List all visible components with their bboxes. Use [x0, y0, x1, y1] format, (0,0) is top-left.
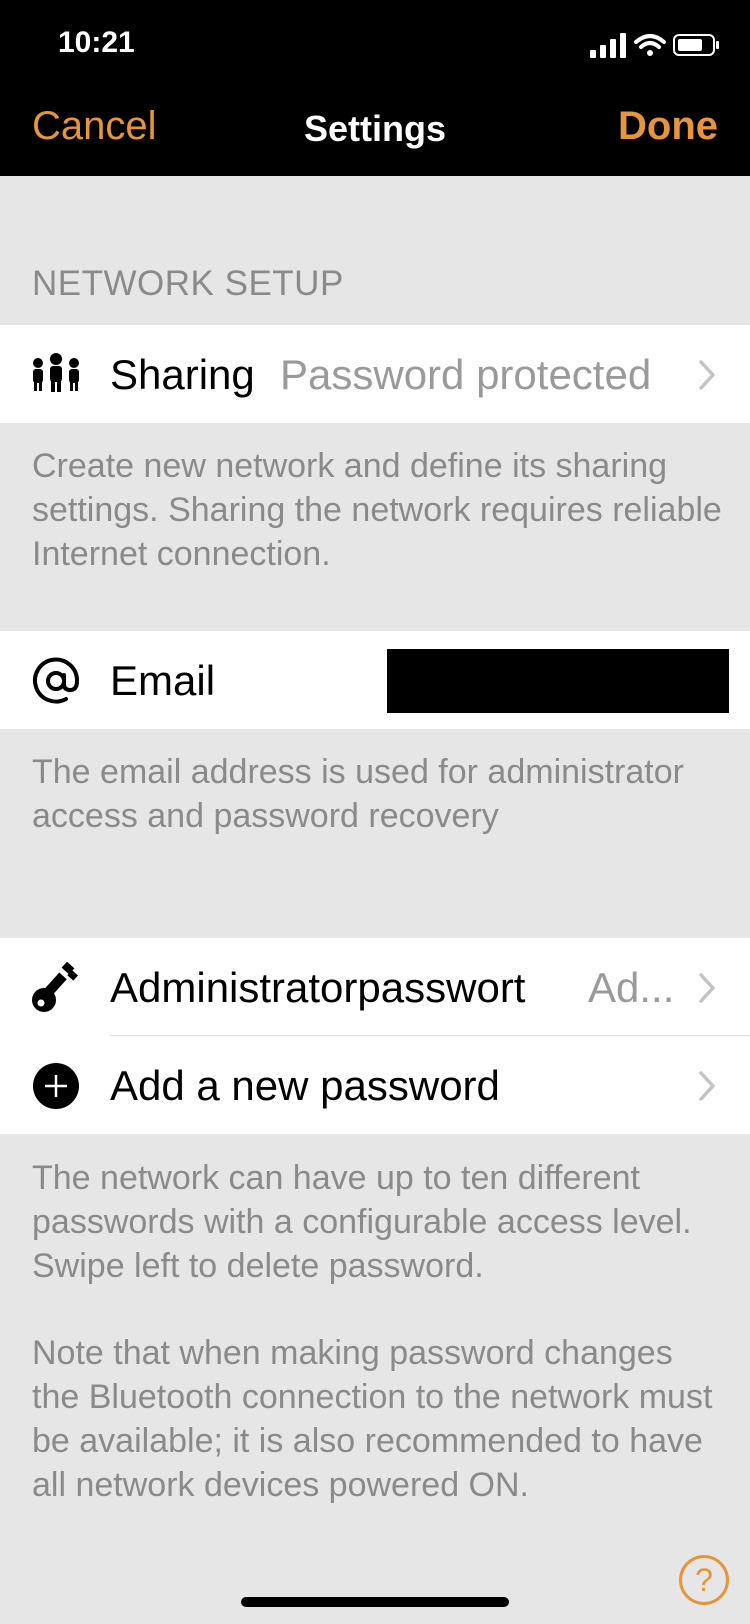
page-title: Settings [303, 108, 446, 149]
key-icon [32, 962, 78, 1012]
add-password-label: Add a new password [110, 1062, 500, 1109]
cancel-button[interactable]: Cancel [32, 104, 157, 149]
chevron-right-icon [699, 360, 715, 390]
battery-icon [673, 34, 719, 56]
email-value-redacted[interactable] [387, 649, 729, 713]
status-time: 10:21 [58, 26, 135, 59]
sharing-row[interactable]: Sharing Password protected [0, 325, 750, 423]
sharing-value: Password protected [280, 351, 652, 398]
email-row[interactable]: Email [0, 631, 750, 729]
section-header-network-setup: NETWORK SETUP [32, 264, 344, 303]
home-indicator [241, 1597, 509, 1607]
admin-password-label: Administratorpasswort [110, 964, 526, 1011]
cellular-signal-icon [590, 33, 626, 58]
help-button[interactable]: ? [679, 1555, 729, 1605]
admin-password-value: Ad... [588, 964, 675, 1011]
sharing-label: Sharing [110, 351, 255, 398]
email-footer-text: The email address is used for administra… [32, 753, 684, 835]
navigation-header: 10:21 Cancel Settings Done [0, 0, 750, 176]
passwords-footer-text: The network can have up to ten different… [32, 1159, 692, 1285]
passwords-note-text: Note that when making password changes t… [32, 1334, 713, 1504]
wifi-icon [634, 34, 666, 56]
chevron-right-icon [699, 973, 715, 1003]
at-sign-icon [33, 657, 80, 704]
people-group-icon [33, 353, 79, 392]
sharing-footer-text: Create new network and define its sharin… [32, 447, 722, 573]
add-circle-icon [33, 1063, 79, 1109]
add-password-row[interactable]: Add a new password [0, 1036, 750, 1134]
done-button[interactable]: Done [618, 104, 718, 149]
status-icons [590, 33, 719, 58]
chevron-right-icon [699, 1071, 715, 1101]
admin-password-row[interactable]: Administratorpasswort Ad... [0, 938, 750, 1036]
email-label: Email [110, 657, 216, 704]
